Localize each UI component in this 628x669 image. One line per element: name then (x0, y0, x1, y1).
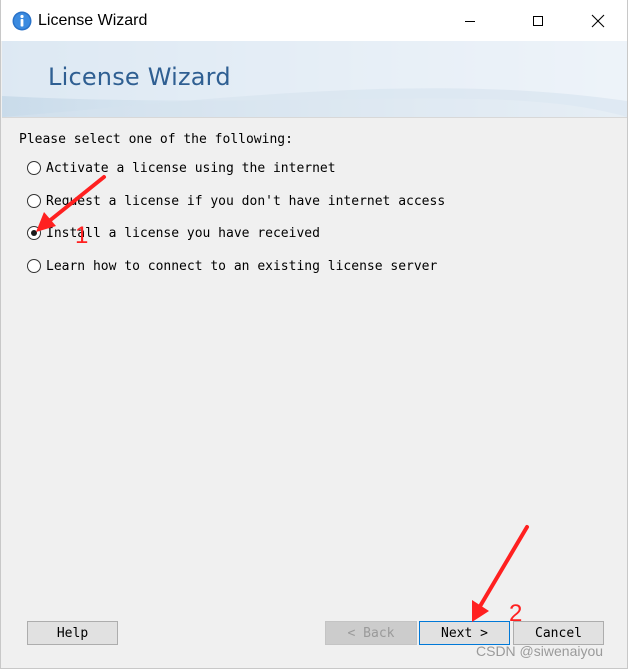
option-activate-online[interactable]: Activate a license using the internet (27, 159, 336, 177)
option-request-offline[interactable]: Request a license if you don't have inte… (27, 192, 445, 210)
selection-prompt: Please select one of the following: (19, 132, 293, 147)
next-button[interactable]: Next > (419, 621, 510, 645)
info-icon (12, 11, 32, 31)
banner-title: License Wizard (48, 63, 231, 91)
watermark: CSDN @siwenaiyou (476, 643, 604, 659)
radio-button[interactable] (27, 161, 41, 175)
option-install-license[interactable]: Install a license you have received (27, 224, 320, 242)
license-wizard-window: License Wizard License Wizard Please sel… (0, 0, 628, 669)
help-button[interactable]: Help (27, 621, 118, 645)
window-title: License Wizard (38, 12, 148, 29)
option-label: Request a license if you don't have inte… (46, 193, 446, 209)
title-bar[interactable]: License Wizard (1, 0, 627, 41)
annotation-step-2: 2 (509, 600, 523, 627)
minimize-button[interactable] (447, 0, 493, 41)
maximize-button[interactable] (515, 0, 561, 41)
radio-button[interactable] (27, 194, 41, 208)
option-license-server[interactable]: Learn how to connect to an existing lice… (27, 257, 437, 275)
back-button[interactable]: < Back (325, 621, 417, 645)
maximize-icon (533, 15, 543, 26)
annotation-step-1: 1 (75, 222, 89, 249)
radio-button-selected[interactable] (27, 226, 41, 240)
close-button[interactable] (575, 0, 621, 41)
banner-divider (2, 117, 627, 118)
close-icon (591, 14, 605, 27)
option-label: Activate a license using the internet (46, 160, 336, 176)
radio-button[interactable] (27, 259, 41, 273)
header-banner: License Wizard (2, 41, 627, 117)
cancel-button[interactable]: Cancel (513, 621, 604, 645)
option-label: Learn how to connect to an existing lice… (46, 258, 438, 274)
minimize-icon (465, 20, 475, 22)
